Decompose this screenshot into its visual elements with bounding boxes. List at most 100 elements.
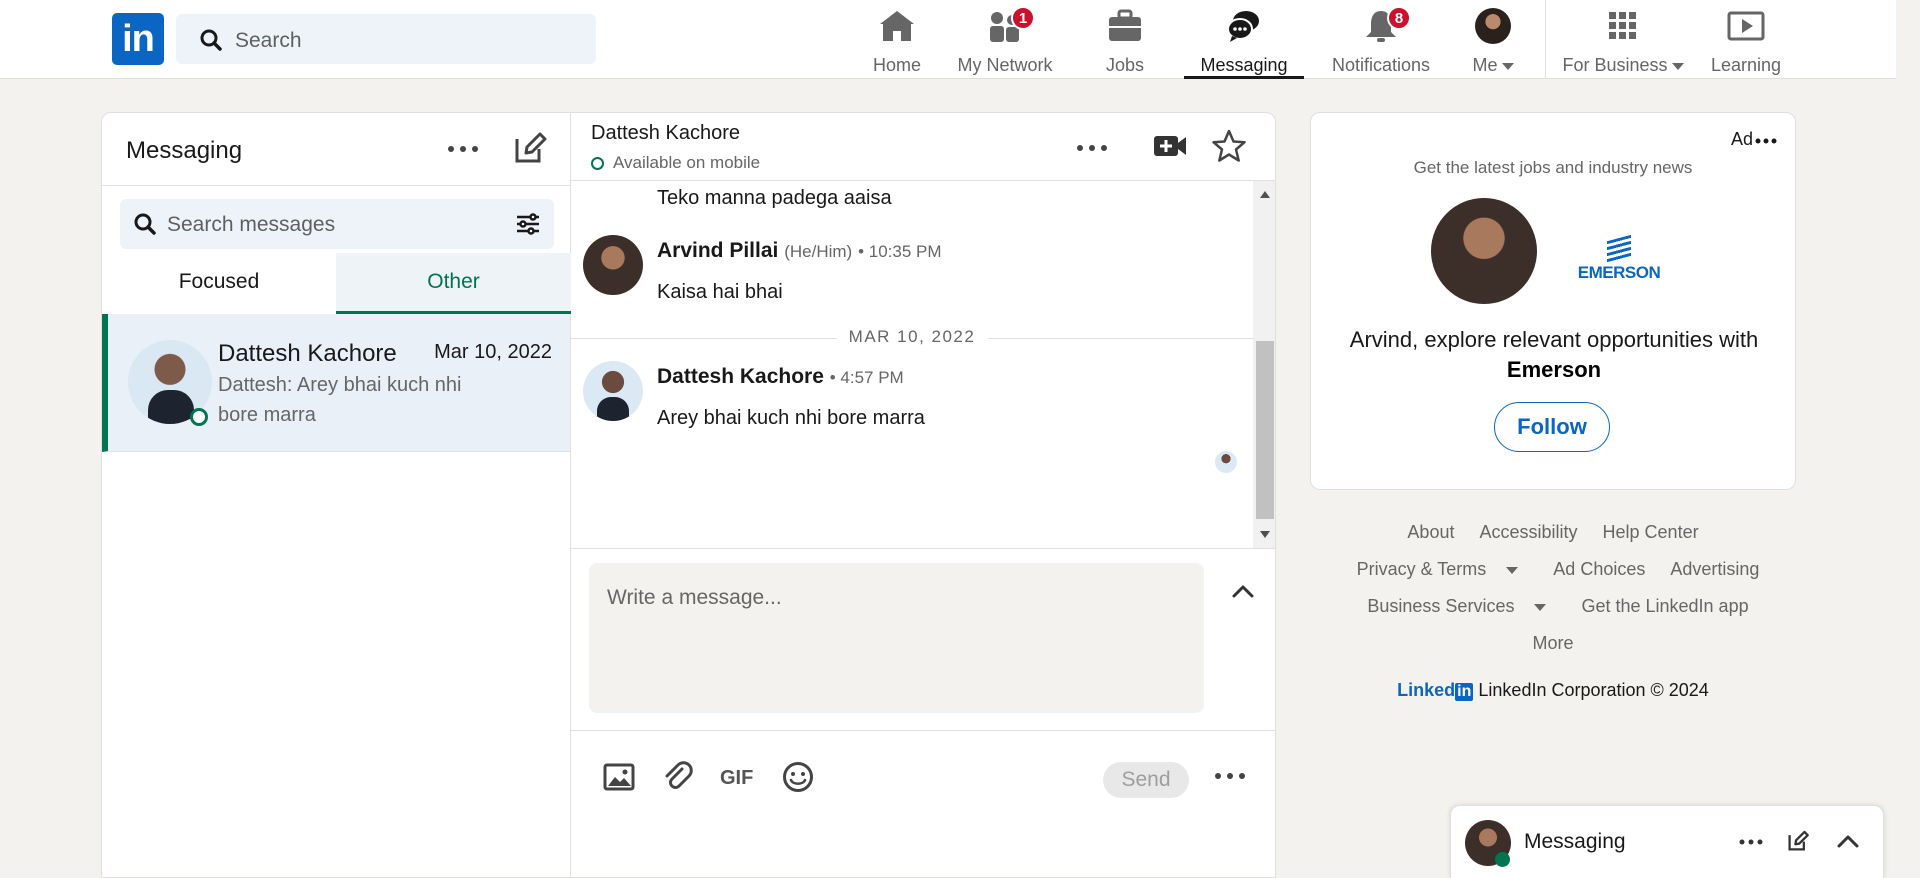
messaging-overlay-bar[interactable]: Messaging — [1450, 805, 1884, 878]
emoji-icon[interactable] — [782, 761, 814, 793]
conversation-item[interactable]: Dattesh Kachore Mar 10, 2022 Dattesh: Ar… — [102, 314, 570, 452]
video-call-icon[interactable] — [1153, 133, 1187, 159]
message-sender-name[interactable]: Arvind Pillai — [657, 239, 778, 262]
network-badge: 1 — [1011, 6, 1035, 30]
gif-button[interactable]: GIF — [720, 767, 753, 790]
compose-icon[interactable] — [513, 131, 547, 165]
linkedin-wordmark-in: in — [1455, 683, 1474, 701]
company-logo[interactable]: EMERSON — [1569, 234, 1669, 283]
follow-button[interactable]: Follow — [1494, 402, 1610, 452]
nav-divider — [1545, 0, 1546, 79]
chevron-up-icon[interactable] — [1231, 583, 1255, 599]
footer-link-ad-choices[interactable]: Ad Choices — [1553, 559, 1645, 579]
nav-notifications[interactable]: 8 Notifications — [1313, 6, 1449, 79]
tab-other[interactable]: Other — [336, 253, 571, 314]
scrollbar[interactable] — [1253, 181, 1275, 548]
scroll-down-icon[interactable] — [1260, 531, 1270, 538]
nav-for-business-label: For Business — [1562, 55, 1668, 75]
online-status-icon — [190, 408, 208, 426]
image-icon[interactable] — [603, 761, 635, 793]
nav-learning-label: Learning — [1710, 55, 1782, 75]
online-status-icon — [1495, 852, 1510, 867]
footer-link-get-app[interactable]: Get the LinkedIn app — [1581, 596, 1748, 616]
tab-focused[interactable]: Focused — [102, 253, 336, 314]
chevron-down-icon — [1671, 62, 1684, 70]
online-status-icon — [591, 157, 604, 170]
messaging-card: Messaging Search messages Focused Other — [101, 112, 1276, 878]
ad-pitch-company: Emerson — [1506, 357, 1602, 382]
conversation-list-pane: Messaging Search messages Focused Other — [102, 113, 571, 877]
nav-my-network-label: My Network — [957, 55, 1053, 75]
footer-link-accessibility[interactable]: Accessibility — [1479, 522, 1577, 542]
search-icon — [200, 29, 222, 51]
footer-link-privacy-terms-wrap[interactable]: Privacy & Terms — [1347, 559, 1529, 579]
top-navigation: in Search Home 1 My Network Jobs Messagi… — [0, 0, 1896, 79]
ad-tagline: Get the latest jobs and industry news — [1413, 158, 1693, 177]
nav-learning[interactable]: Learning — [1706, 8, 1786, 79]
message-composer-input[interactable]: Write a message... — [589, 563, 1204, 713]
message-sender-name[interactable]: Dattesh Kachore — [657, 365, 824, 388]
bell-icon: 8 — [1361, 6, 1411, 44]
more-options-icon[interactable] — [445, 139, 481, 159]
messages-search-input[interactable]: Search messages — [120, 199, 554, 249]
message-sender-line: Dattesh Kachore • 4:57 PM — [657, 365, 904, 389]
chevron-up-icon[interactable] — [1836, 834, 1860, 848]
attachment-icon[interactable] — [662, 761, 694, 793]
briefcase-icon — [1105, 8, 1145, 44]
search-placeholder: Search — [235, 29, 302, 52]
thread-contact-name[interactable]: Dattesh Kachore — [591, 122, 740, 145]
message-list[interactable]: Teko manna padega aaisa Arvind Pillai (H… — [571, 181, 1275, 549]
footer-link-about[interactable]: About — [1407, 522, 1454, 542]
inbox-tabs: Focused Other — [102, 253, 571, 314]
nav-notifications-label: Notifications — [1331, 55, 1431, 75]
avatar — [583, 361, 643, 421]
filter-icon[interactable] — [516, 213, 540, 235]
avatar — [1475, 8, 1511, 44]
conversation-preview: Dattesh: Arey bhai kuch nhi bore marra — [218, 374, 462, 426]
global-search-input[interactable]: Search — [176, 14, 596, 64]
nav-me[interactable]: Me — [1458, 8, 1528, 79]
chevron-down-icon — [1534, 603, 1547, 611]
nav-messaging[interactable]: Messaging — [1184, 8, 1304, 79]
footer-link-help-center[interactable]: Help Center — [1603, 522, 1699, 542]
linkedin-wordmark: Linked — [1397, 680, 1456, 700]
thread-header: Dattesh Kachore Available on mobile — [571, 113, 1275, 181]
footer-link-business-services[interactable]: Business Services — [1367, 596, 1514, 616]
day-divider-label: MAR 10, 2022 — [836, 327, 988, 347]
nav-for-business[interactable]: For Business — [1560, 8, 1686, 79]
grid-icon — [1603, 8, 1643, 44]
star-icon[interactable] — [1211, 128, 1247, 164]
scroll-up-icon[interactable] — [1260, 191, 1270, 198]
message-text: Arey bhai kuch nhi bore marra — [657, 407, 925, 429]
footer-link-advertising[interactable]: Advertising — [1670, 559, 1759, 579]
nav-messaging-label: Messaging — [1200, 55, 1288, 75]
compose-icon[interactable] — [1787, 830, 1809, 852]
footer-corp: Linked in LinkedIn Corporation © 2024 — [1310, 680, 1796, 701]
search-icon — [134, 213, 156, 235]
ad-pitch-text: Arvind, explore relevant opportunities w… — [1349, 327, 1759, 352]
nav-jobs[interactable]: Jobs — [1086, 8, 1164, 79]
scrollbar-thumb[interactable] — [1256, 341, 1274, 519]
message-time: • 4:57 PM — [829, 368, 904, 387]
more-options-icon[interactable] — [1755, 137, 1777, 145]
thread-contact-status: Available on mobile — [613, 153, 761, 172]
chevron-down-icon — [1506, 566, 1519, 574]
nav-home[interactable]: Home — [856, 8, 938, 79]
messages-search-placeholder: Search messages — [167, 213, 336, 236]
send-button[interactable]: Send — [1103, 762, 1189, 798]
more-options-icon[interactable] — [1075, 138, 1109, 158]
notifications-badge: 8 — [1387, 6, 1411, 30]
footer-link-privacy-terms[interactable]: Privacy & Terms — [1357, 559, 1487, 579]
more-options-icon[interactable] — [1213, 769, 1247, 783]
company-logo-text: EMERSON — [1577, 263, 1661, 282]
nav-my-network[interactable]: 1 My Network — [953, 6, 1057, 79]
message-thread-pane: Dattesh Kachore Available on mobile Teko… — [571, 113, 1275, 877]
linkedin-logo[interactable]: in — [112, 13, 164, 65]
footer-link-more[interactable]: More — [1532, 633, 1573, 653]
nav-jobs-label: Jobs — [1105, 55, 1145, 75]
ad-label: Ad — [1730, 129, 1753, 149]
more-options-icon[interactable] — [1739, 838, 1763, 846]
footer-link-business-services-wrap[interactable]: Business Services — [1357, 596, 1556, 616]
seen-receipt-avatar — [1215, 451, 1237, 473]
messaging-overlay-label: Messaging — [1524, 830, 1626, 853]
